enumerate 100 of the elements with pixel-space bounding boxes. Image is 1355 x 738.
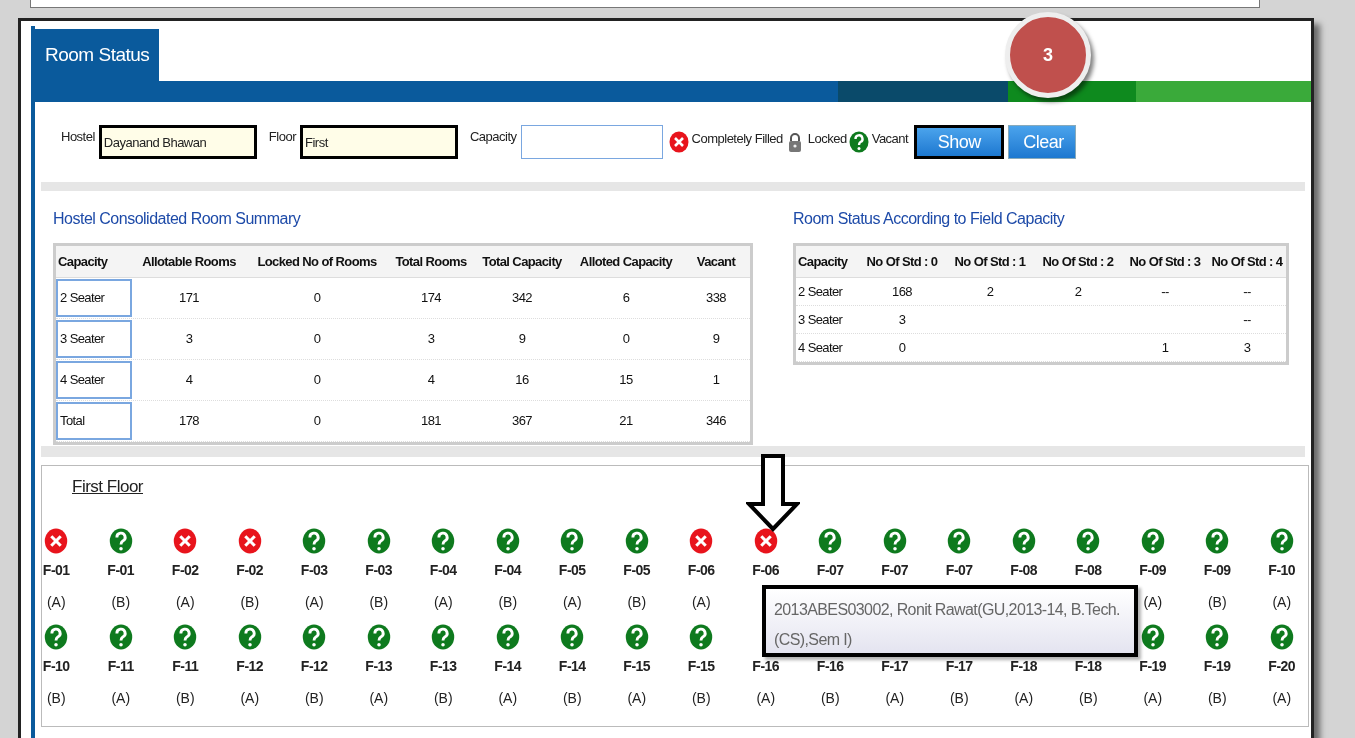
floor-title[interactable]: First Floor bbox=[72, 474, 143, 500]
table-cell-text: 9 bbox=[517, 330, 527, 349]
room-number[interactable]: F-13 bbox=[365, 655, 393, 677]
bed-label: (B) bbox=[949, 688, 969, 706]
room-number[interactable]: F-04 bbox=[494, 559, 522, 581]
cross-icon bbox=[173, 527, 198, 554]
question-mark-icon bbox=[366, 623, 391, 650]
room-number[interactable]: F-02 bbox=[171, 559, 199, 581]
step-badge: 3 bbox=[1005, 12, 1091, 98]
column-header: No Of Std : 4 bbox=[1210, 252, 1284, 271]
table-cell-text: -- bbox=[1242, 310, 1252, 329]
room-number[interactable]: F-07 bbox=[816, 559, 844, 581]
table-cell: Total bbox=[56, 402, 132, 440]
room-number[interactable]: F-09 bbox=[1139, 559, 1167, 581]
room-number[interactable]: F-12 bbox=[300, 655, 328, 677]
question-mark-icon bbox=[1269, 527, 1294, 554]
bed-label: (B) bbox=[369, 592, 389, 610]
column-header: Alloted Capacity bbox=[578, 252, 674, 271]
room-number[interactable]: F-05 bbox=[558, 559, 586, 581]
room-status-tab[interactable]: Room Status bbox=[35, 29, 160, 81]
room-number[interactable]: F-07 bbox=[881, 559, 909, 581]
column-header: Total Capacity bbox=[481, 252, 563, 271]
room-number[interactable]: F-09 bbox=[1203, 559, 1231, 581]
room-number[interactable]: F-18 bbox=[1010, 655, 1038, 677]
table-cell: 2 Seater bbox=[56, 279, 132, 317]
room-number[interactable]: F-02 bbox=[236, 559, 264, 581]
room-number[interactable]: F-19 bbox=[1203, 655, 1231, 677]
input-field[interactable]: Dayanand Bhawan bbox=[98, 125, 257, 159]
bed-label: (A) bbox=[885, 688, 905, 706]
table-cell-text: 15 bbox=[618, 371, 634, 390]
table-cell-text: 0 bbox=[312, 289, 322, 308]
room-number[interactable]: F-05 bbox=[623, 559, 651, 581]
table-cell: 4 Seater bbox=[56, 361, 132, 399]
table-cell-text: 338 bbox=[705, 289, 727, 308]
bed-label: (B) bbox=[111, 592, 131, 610]
table-cell-text: 342 bbox=[511, 289, 533, 308]
room-number[interactable]: F-11 bbox=[107, 655, 134, 677]
legend-label: Completely Filled bbox=[691, 130, 783, 149]
table-cell-text: 21 bbox=[618, 412, 634, 431]
question-mark-icon bbox=[173, 623, 198, 650]
table-cell-text: 3 bbox=[897, 310, 907, 329]
room-number[interactable]: F-03 bbox=[300, 559, 328, 581]
question-mark-icon bbox=[302, 623, 327, 650]
question-mark-icon bbox=[495, 527, 520, 554]
table-cell-text: 2 Seater bbox=[797, 282, 844, 301]
bed-label: (A) bbox=[498, 688, 518, 706]
room-number[interactable]: F-10 bbox=[1268, 559, 1296, 581]
room-number[interactable]: F-17 bbox=[945, 655, 973, 677]
room-number[interactable]: F-17 bbox=[881, 655, 909, 677]
cross-icon bbox=[237, 527, 262, 554]
table-cell-text: 9 bbox=[711, 330, 721, 349]
table-cell-text: 171 bbox=[178, 289, 200, 308]
bed-label: (A) bbox=[756, 688, 776, 706]
room-number[interactable]: F-06 bbox=[687, 559, 715, 581]
question-mark-icon bbox=[1269, 623, 1294, 650]
question-mark-icon bbox=[1140, 527, 1165, 554]
room-number[interactable]: F-19 bbox=[1139, 655, 1167, 677]
room-number[interactable]: F-06 bbox=[752, 559, 780, 581]
room-number[interactable]: F-04 bbox=[429, 559, 457, 581]
question-mark-icon bbox=[1205, 623, 1230, 650]
room-number[interactable]: F-14 bbox=[558, 655, 586, 677]
input-field[interactable] bbox=[520, 125, 663, 159]
table-cell-text: 3 Seater bbox=[797, 310, 844, 329]
question-mark-icon bbox=[947, 527, 972, 554]
question-mark-icon bbox=[431, 623, 456, 650]
table-cell-text: 174 bbox=[420, 289, 442, 308]
legend-label: Locked bbox=[807, 130, 847, 149]
bed-label: (B) bbox=[46, 688, 66, 706]
room-number[interactable]: F-15 bbox=[687, 655, 715, 677]
bed-label: (B) bbox=[1207, 592, 1227, 610]
bed-label: (A) bbox=[1143, 592, 1163, 610]
room-number[interactable]: F-12 bbox=[236, 655, 264, 677]
room-number[interactable]: F-13 bbox=[429, 655, 457, 677]
room-number[interactable]: F-20 bbox=[1268, 655, 1296, 677]
question-mark-icon bbox=[1011, 527, 1036, 554]
table-cell-text: 181 bbox=[420, 412, 442, 431]
room-number[interactable]: F-08 bbox=[1074, 559, 1102, 581]
room-number[interactable]: F-10 bbox=[42, 655, 70, 677]
column-header: No Of Std : 3 bbox=[1128, 252, 1202, 271]
question-mark-icon bbox=[624, 527, 649, 554]
clear-button[interactable]: Clear bbox=[1008, 125, 1077, 159]
room-number[interactable]: F-14 bbox=[494, 655, 522, 677]
bed-label: (B) bbox=[175, 688, 195, 706]
room-number[interactable]: F-01 bbox=[107, 559, 135, 581]
room-number[interactable]: F-03 bbox=[365, 559, 393, 581]
room-number[interactable]: F-08 bbox=[1010, 559, 1038, 581]
room-number[interactable]: F-01 bbox=[42, 559, 70, 581]
room-number[interactable]: F-15 bbox=[623, 655, 651, 677]
bed-label: (A) bbox=[369, 688, 389, 706]
table-cell-text: 4 bbox=[184, 371, 194, 390]
bed-label: (A) bbox=[433, 592, 453, 610]
input-field[interactable]: First bbox=[300, 125, 458, 159]
room-number[interactable]: F-11 bbox=[172, 655, 199, 677]
bed-label: (A) bbox=[1272, 688, 1292, 706]
room-number[interactable]: F-16 bbox=[816, 655, 844, 677]
bed-label: (A) bbox=[1014, 688, 1034, 706]
room-number[interactable]: F-16 bbox=[752, 655, 780, 677]
room-number[interactable]: F-07 bbox=[945, 559, 973, 581]
room-number[interactable]: F-18 bbox=[1074, 655, 1102, 677]
question-mark-icon bbox=[1205, 527, 1230, 554]
